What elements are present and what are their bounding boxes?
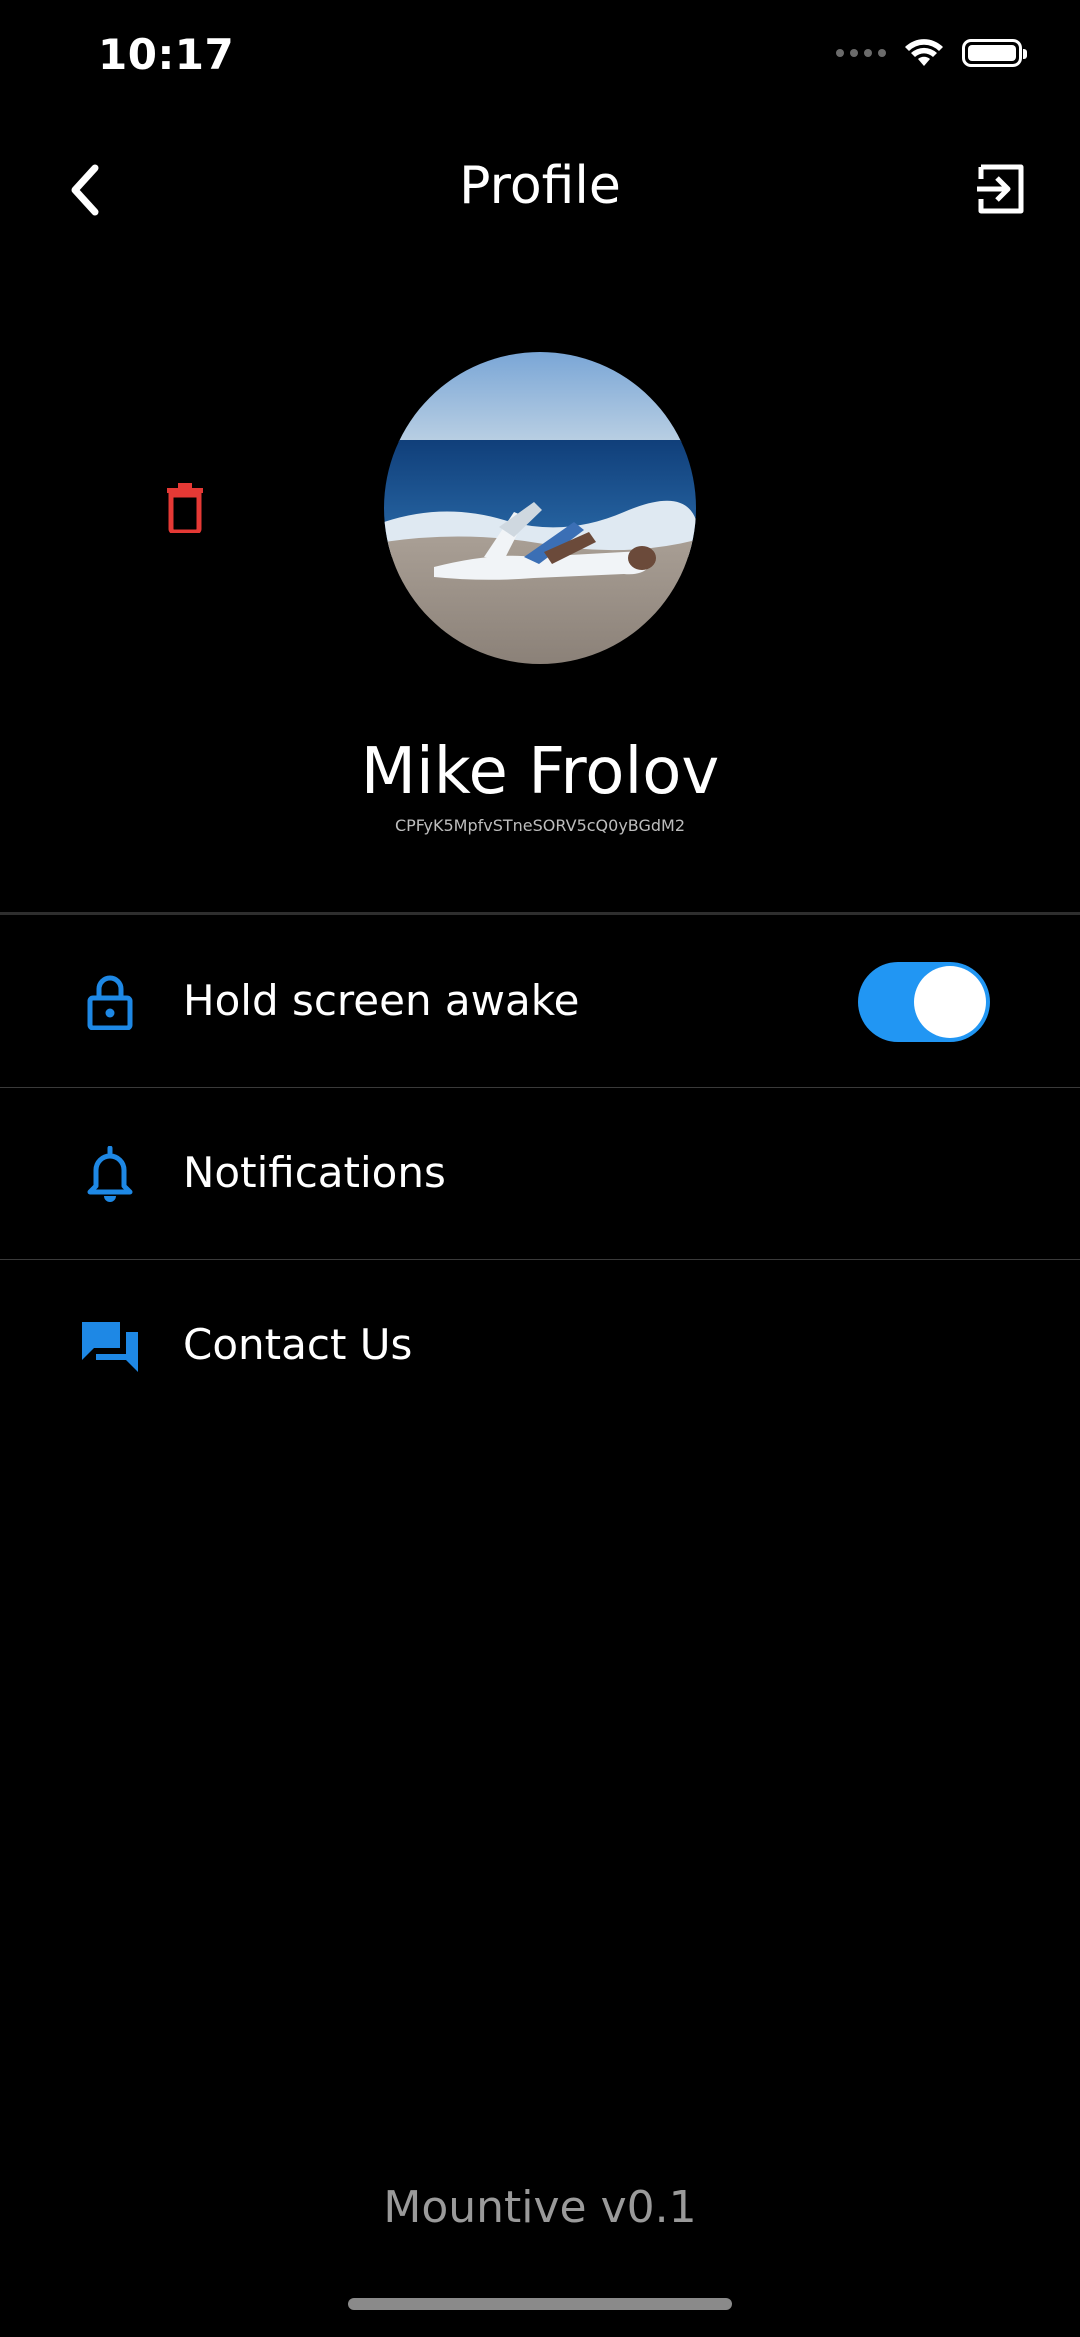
nav-bar: Profile bbox=[0, 130, 1080, 250]
settings-row-contact-us[interactable]: Contact Us bbox=[0, 1260, 1080, 1431]
avatar-image bbox=[384, 352, 696, 664]
hold-screen-awake-toggle[interactable] bbox=[858, 962, 990, 1042]
home-indicator[interactable] bbox=[348, 2298, 732, 2310]
logout-button[interactable] bbox=[966, 154, 1036, 224]
delete-avatar-button[interactable] bbox=[155, 478, 215, 538]
logout-icon bbox=[977, 164, 1024, 214]
avatar[interactable] bbox=[384, 352, 696, 664]
user-id: CPFyK5MpfvSTneSORV5cQ0yBGdM2 bbox=[394, 816, 686, 835]
lock-icon bbox=[80, 972, 140, 1032]
chat-icon bbox=[80, 1316, 140, 1376]
status-time: 10:17 bbox=[98, 30, 235, 79]
wifi-icon bbox=[905, 39, 943, 66]
settings-item-label: Hold screen awake bbox=[183, 976, 580, 1025]
settings-item-label: Notifications bbox=[183, 1148, 446, 1197]
user-name: Mike Frolov bbox=[360, 735, 720, 809]
status-bar: 10:17 bbox=[0, 0, 1080, 120]
status-icons bbox=[836, 38, 1027, 68]
battery-icon bbox=[962, 39, 1027, 67]
settings-list: Hold screen awake Notifications Contact … bbox=[0, 916, 1080, 1431]
app-version: Mountive v0.1 bbox=[383, 2182, 697, 2233]
settings-row-hold-screen-awake[interactable]: Hold screen awake bbox=[0, 916, 1080, 1088]
settings-row-notifications[interactable]: Notifications bbox=[0, 1088, 1080, 1260]
cellular-signal-icon bbox=[836, 49, 886, 57]
trash-icon bbox=[167, 483, 203, 533]
toggle-knob bbox=[914, 966, 986, 1038]
page-title: Profile bbox=[459, 156, 621, 216]
section-divider bbox=[0, 912, 1080, 915]
settings-item-label: Contact Us bbox=[183, 1320, 413, 1369]
bell-icon bbox=[80, 1144, 140, 1204]
